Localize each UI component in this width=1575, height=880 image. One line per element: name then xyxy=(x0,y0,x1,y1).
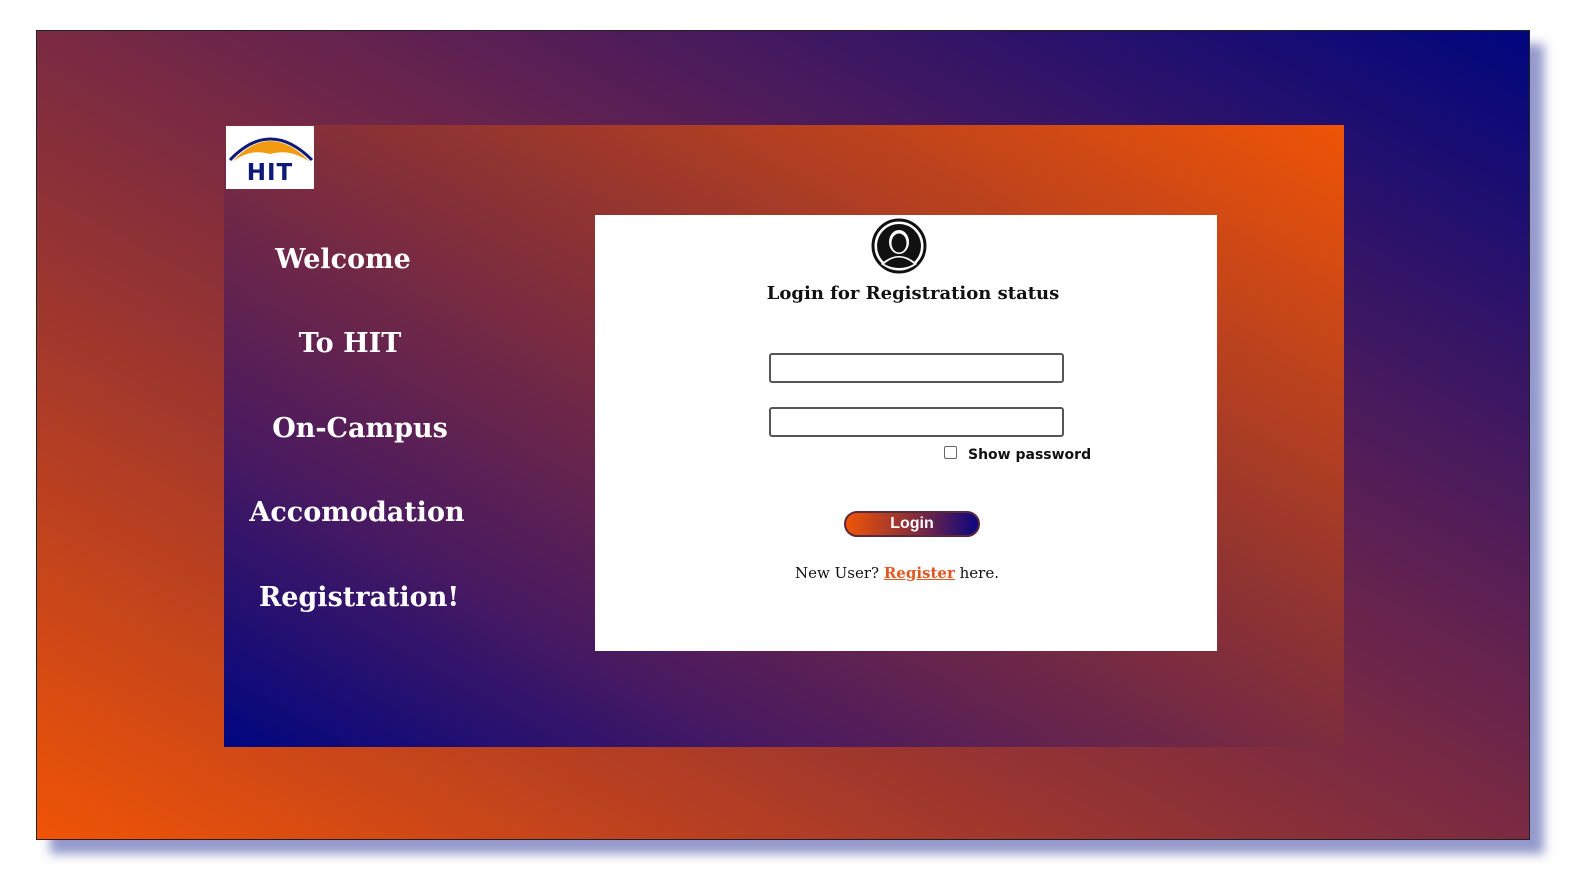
login-button[interactable]: Login xyxy=(844,511,980,537)
register-link[interactable]: Register xyxy=(884,564,955,582)
hit-logo: HIT xyxy=(226,126,314,189)
welcome-line-2: To HIT xyxy=(298,328,402,359)
password-input[interactable] xyxy=(769,407,1064,437)
welcome-line-1: Welcome xyxy=(275,244,411,275)
welcome-line-3: On-Campus xyxy=(272,413,448,444)
logo-text: HIT xyxy=(246,160,294,186)
welcome-line-5: Registration! xyxy=(258,582,460,613)
username-input[interactable] xyxy=(769,353,1064,383)
new-user-suffix: here. xyxy=(959,564,999,582)
new-user-line: New User? Register here. xyxy=(595,564,1199,582)
login-card: Login for Registration status Show passw… xyxy=(595,215,1217,651)
show-password-checkbox[interactable] xyxy=(944,446,957,459)
show-password-label: Show password xyxy=(968,447,1092,463)
new-user-prefix: New User? xyxy=(795,564,880,582)
login-title: Login for Registration status xyxy=(766,283,1060,304)
user-avatar-icon xyxy=(871,218,927,274)
welcome-line-4: Accomodation xyxy=(249,497,465,528)
